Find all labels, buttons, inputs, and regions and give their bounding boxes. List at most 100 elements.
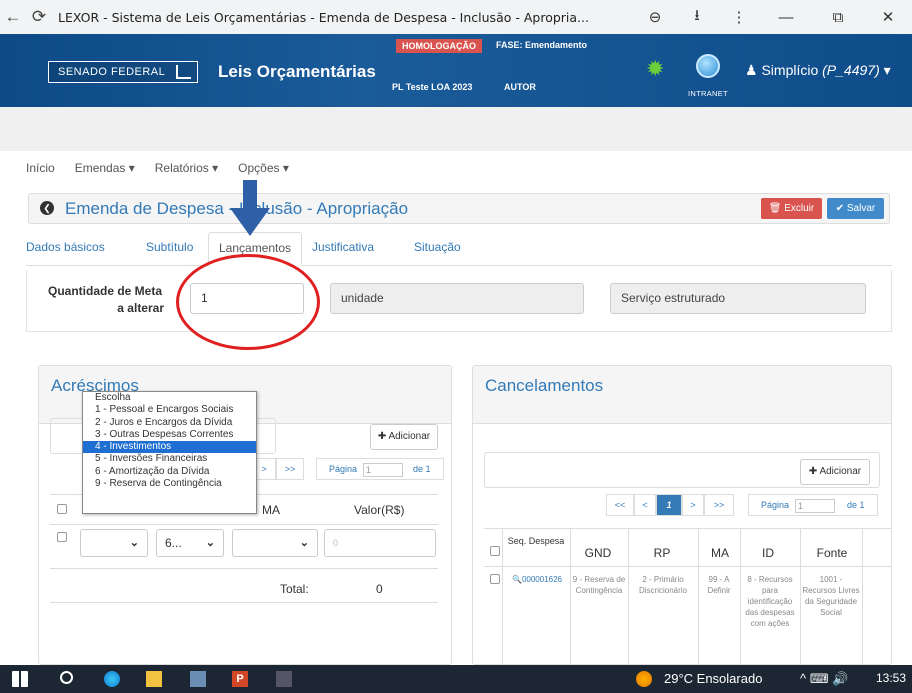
- acrescimos-total-value: 0: [376, 582, 383, 596]
- acrescimos-col-ma: MA: [262, 503, 280, 517]
- user-menu[interactable]: ♟ Simplício (P_4497) ▾: [745, 62, 891, 79]
- cancelamentos-next-page[interactable]: >: [682, 494, 704, 516]
- taskbar: P 29°C Ensolarado ^ ⌨ 🔊 13:53: [0, 665, 912, 693]
- annotation-circle: [176, 254, 320, 350]
- col-divider: [862, 528, 863, 665]
- row-ma: 99 - A Definir: [707, 575, 731, 595]
- weather-icon[interactable]: [636, 671, 652, 687]
- edge-browser-icon[interactable]: [104, 671, 120, 687]
- menu-item-relatorios[interactable]: Relatórios ▾: [155, 161, 218, 175]
- cancelamentos-header-top: [484, 528, 892, 529]
- gnd-option[interactable]: 3 - Outras Despesas Correntes: [83, 429, 256, 441]
- menu-item-emendas[interactable]: Emendas ▾: [75, 161, 135, 175]
- back-icon[interactable]: ←: [0, 7, 26, 27]
- header-spacer: [0, 107, 912, 151]
- acrescimos-page-indicator: Página 1 de 1: [316, 458, 444, 480]
- cancelamentos-row-checkbox[interactable]: [490, 574, 500, 584]
- chevron-down-icon: ⌄: [299, 537, 309, 549]
- app-name[interactable]: Leis Orçamentárias: [218, 62, 376, 82]
- gnd-option[interactable]: 9 - Reserva de Contingência: [83, 478, 256, 490]
- acrescimos-add-button[interactable]: ✚ Adicionar: [370, 424, 438, 450]
- tab-situacao[interactable]: Situação: [414, 240, 461, 254]
- cancelamentos-prev-page[interactable]: <: [634, 494, 656, 516]
- col-gnd: GND: [584, 546, 612, 560]
- gear-icon[interactable]: ✹: [646, 56, 664, 82]
- back-circle-icon[interactable]: ❮: [40, 201, 54, 215]
- close-icon[interactable]: ✕: [864, 8, 912, 26]
- rp-select[interactable]: 6... ⌄: [156, 529, 224, 557]
- reload-icon[interactable]: ⟳: [26, 7, 52, 27]
- gnd-option[interactable]: 1 - Pessoal e Encargos Sociais: [83, 404, 256, 416]
- zoom-icon[interactable]: ⊖: [634, 8, 676, 26]
- meta-label: Quantidade de Meta a alterar: [48, 283, 166, 317]
- col-divider: [800, 528, 801, 665]
- clock[interactable]: 13:53: [876, 671, 906, 685]
- cancelamentos-header-bottom: [484, 566, 892, 567]
- more-menu-icon[interactable]: ⋮: [718, 8, 760, 26]
- menu-item-inicio[interactable]: Início: [26, 161, 55, 175]
- windows-start-icon[interactable]: [12, 671, 28, 687]
- meta-product-field: Serviço estruturado: [610, 283, 866, 314]
- role-label: AUTOR: [504, 82, 536, 92]
- menu-item-opcoes[interactable]: Opções ▾: [238, 161, 289, 175]
- row-rp: 2 - Primário Discricionário: [638, 575, 687, 595]
- chevron-down-icon: ▾: [883, 62, 891, 78]
- save-button[interactable]: ✔ Salvar: [827, 198, 884, 219]
- gnd-option-selected[interactable]: 4 - Investimentos: [83, 441, 256, 454]
- col-seq-despesa: Seq. Despesa: [507, 536, 565, 546]
- meta-label-line1: Quantidade de Meta: [48, 284, 163, 298]
- acrescimos-header-bottom: [50, 524, 438, 525]
- user-icon: ♟: [745, 62, 758, 78]
- intranet-icon[interactable]: [696, 54, 720, 78]
- cancelamentos-current-page[interactable]: 1: [656, 494, 682, 516]
- intranet-label[interactable]: INTRANET: [688, 89, 728, 98]
- cancelamentos-select-all-checkbox[interactable]: [490, 546, 500, 556]
- download-icon[interactable]: ⭳: [676, 5, 718, 30]
- system-tray[interactable]: ^ ⌨ 🔊: [800, 671, 848, 687]
- tab-dados-basicos[interactable]: Dados básicos: [26, 240, 105, 254]
- acrescimos-select-all-checkbox[interactable]: [57, 504, 67, 514]
- app-icon[interactable]: [276, 671, 292, 687]
- app-header: SENADO FEDERAL Leis Orçamentárias HOMOLO…: [0, 34, 912, 107]
- acrescimos-row-bottom: [50, 568, 438, 569]
- gnd-option[interactable]: 2 - Juros e Encargos da Dívida: [83, 417, 256, 429]
- gnd-select[interactable]: ⌄: [80, 529, 148, 557]
- calculator-icon[interactable]: [190, 671, 206, 687]
- meta-unit-field: unidade: [330, 283, 584, 314]
- acrescimos-row-checkbox[interactable]: [57, 532, 67, 542]
- cancelamentos-first-page[interactable]: <<: [606, 494, 634, 516]
- row-id: 8 - Recursos para identificação das desp…: [745, 575, 795, 628]
- gnd-option[interactable]: Escolha: [83, 392, 256, 404]
- row-seq-link[interactable]: 🔍000001626: [506, 574, 568, 585]
- cancelamentos-add-button[interactable]: ✚ Adicionar: [800, 459, 870, 485]
- col-ma: MA: [711, 546, 729, 560]
- search-icon: 🔍: [511, 575, 522, 584]
- tab-subtitulo[interactable]: Subtítulo: [146, 240, 193, 254]
- powerpoint-icon[interactable]: P: [232, 671, 248, 687]
- search-icon[interactable]: [60, 671, 73, 684]
- col-divider: [698, 528, 699, 665]
- minimize-icon[interactable]: —: [760, 9, 812, 26]
- ma-select[interactable]: ⌄: [232, 529, 318, 557]
- acrescimos-col-valor: Valor(R$): [354, 503, 405, 517]
- window-title: LEXOR - Sistema de Leis Orçamentárias - …: [58, 9, 589, 25]
- gnd-option[interactable]: 6 - Amortização da Dívida: [83, 466, 256, 478]
- weather-text[interactable]: 29°C Ensolarado: [664, 671, 762, 686]
- file-explorer-icon[interactable]: [146, 671, 162, 687]
- acrescimos-last-page[interactable]: >>: [276, 458, 304, 480]
- col-rp: RP: [653, 546, 671, 560]
- tab-justificativa[interactable]: Justificativa: [312, 240, 374, 254]
- col-divider: [570, 528, 571, 665]
- row-gnd: 9 - Reserva de Contingência: [572, 575, 626, 595]
- cancelamentos-last-page[interactable]: >>: [704, 494, 734, 516]
- delete-button[interactable]: 🗑 Excluir: [761, 198, 822, 219]
- gnd-option[interactable]: 5 - Inversões Financeiras: [83, 453, 256, 465]
- user-name: Simplício: [761, 62, 819, 78]
- tab-bar: Dados básicos Subtítulo Lançamentos Just…: [26, 232, 892, 266]
- cancelamentos-page-input[interactable]: 1: [795, 499, 835, 513]
- valor-input[interactable]: 0: [324, 529, 436, 557]
- pl-label: PL Teste LOA 2023: [392, 82, 473, 92]
- acrescimos-page-input[interactable]: 1: [363, 463, 403, 477]
- senado-logo[interactable]: SENADO FEDERAL: [48, 61, 198, 83]
- restore-icon[interactable]: ⧉: [812, 9, 864, 26]
